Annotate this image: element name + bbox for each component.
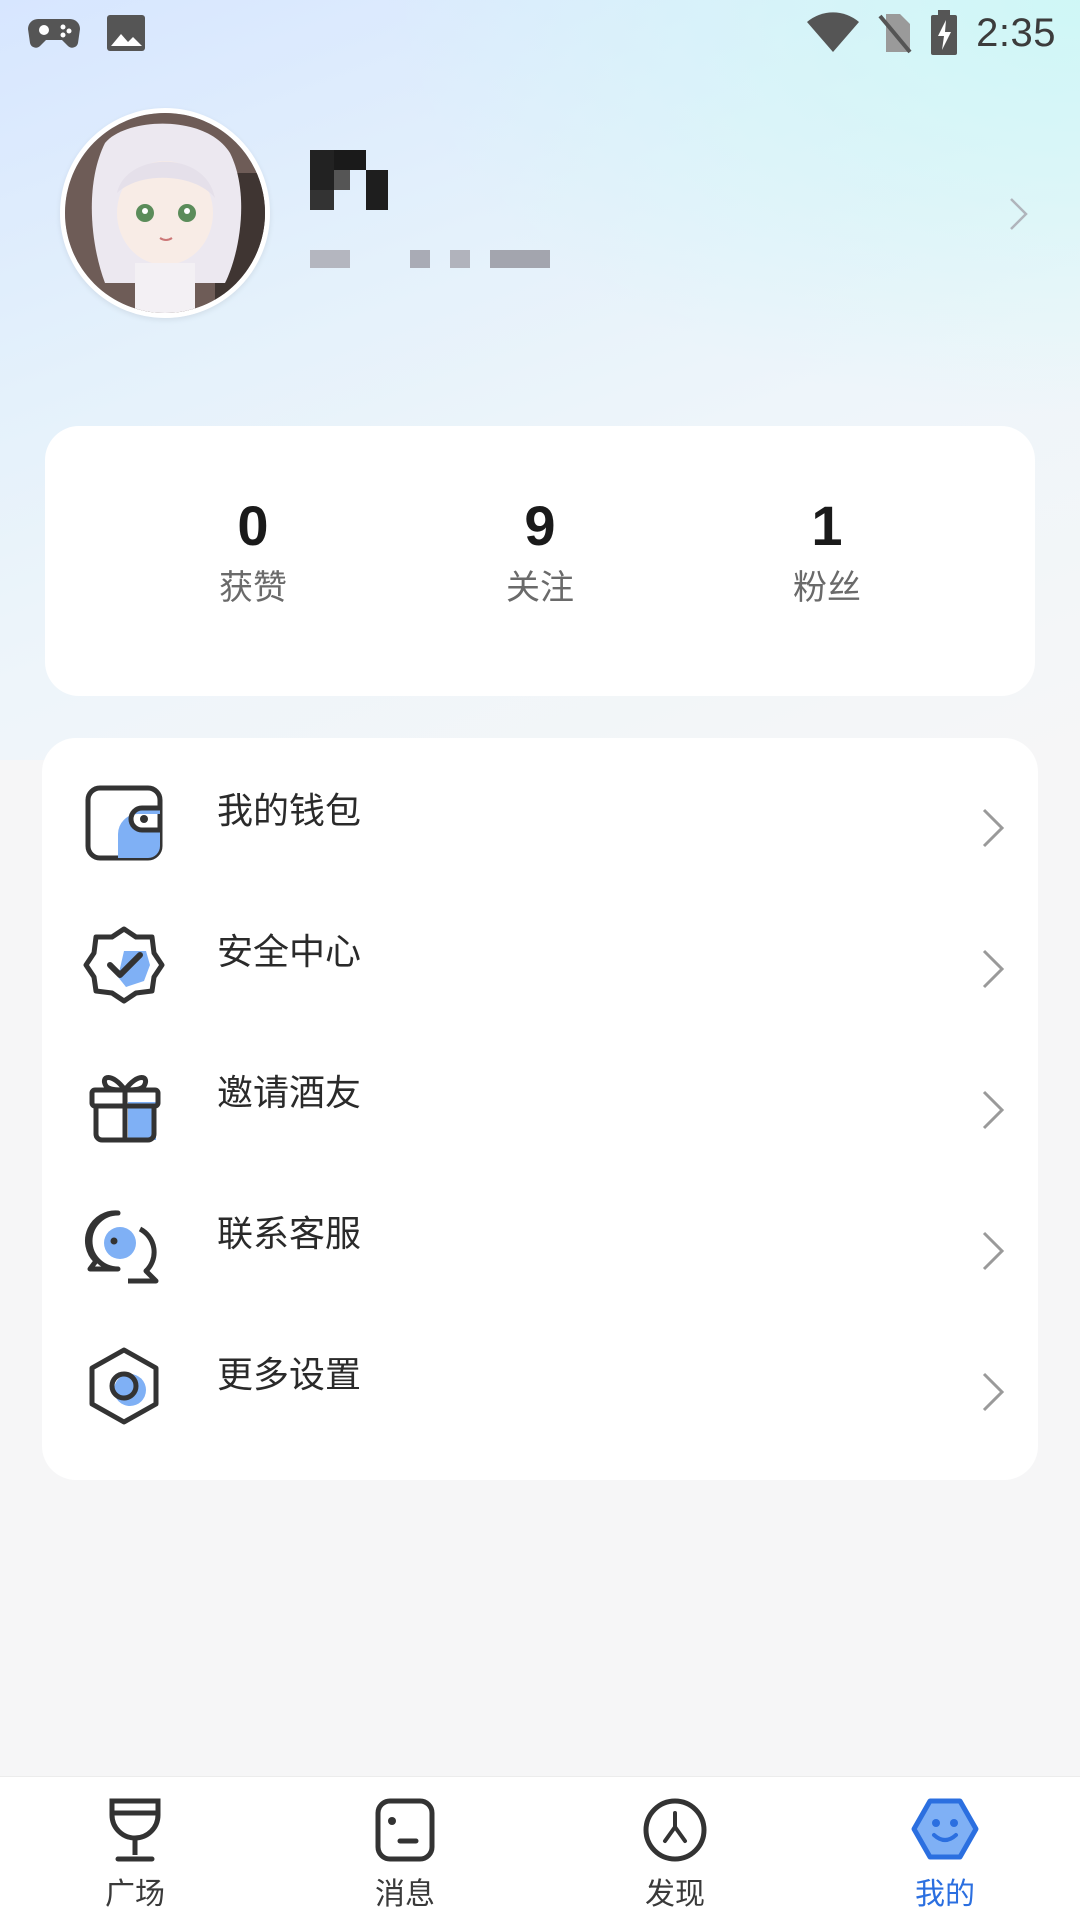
nav-label: 我的	[915, 1877, 975, 1912]
chevron-right-icon	[982, 1372, 1005, 1412]
profile-id-redacted	[310, 250, 550, 268]
image-icon	[107, 15, 145, 51]
nav-label: 广场	[105, 1877, 165, 1912]
chevron-right-icon	[982, 949, 1005, 989]
menu-label: 联系客服	[217, 1214, 362, 1255]
stat-followers[interactable]: 1 粉丝	[727, 494, 927, 609]
stat-value: 0	[237, 494, 269, 557]
menu-label: 邀请酒友	[217, 1073, 362, 1114]
stats-card: 0 获赞 9 关注 1 粉丝	[45, 426, 1035, 696]
nav-tab-discover[interactable]: 发现	[605, 1795, 745, 1915]
chevron-right-icon	[982, 1231, 1005, 1271]
avatar[interactable]	[60, 108, 270, 318]
chat-bubbles-icon	[84, 1210, 159, 1284]
stat-label: 粉丝	[793, 568, 861, 608]
gift-icon	[89, 1075, 161, 1143]
security-badge-icon	[83, 926, 165, 1004]
message-icon	[375, 1798, 435, 1862]
stat-value: 1	[811, 494, 843, 557]
wifi-icon	[807, 12, 860, 53]
battery-charging-icon	[931, 10, 958, 55]
menu-label: 更多设置	[217, 1355, 362, 1396]
no-sim-icon	[878, 14, 912, 54]
wallet-icon	[85, 785, 163, 861]
profile-chevron-icon[interactable]	[1008, 196, 1030, 232]
smiley-hexagon-icon	[911, 1798, 979, 1860]
menu-label: 我的钱包	[217, 791, 362, 832]
menu-item-wallet[interactable]: 我的钱包	[42, 738, 1038, 879]
menu-item-settings[interactable]: 更多设置	[42, 1302, 1038, 1443]
menu-label: 安全中心	[217, 932, 362, 973]
nav-tab-square[interactable]: 广场	[65, 1795, 205, 1915]
stat-value: 9	[524, 494, 556, 557]
stat-label: 关注	[506, 568, 574, 608]
nav-label: 发现	[645, 1877, 705, 1912]
avatar-image	[65, 113, 265, 313]
chevron-right-icon	[982, 808, 1005, 848]
nav-tab-mine[interactable]: 我的	[875, 1795, 1015, 1915]
nav-label: 消息	[375, 1877, 435, 1912]
status-bar: 2:35	[0, 0, 1080, 74]
compass-icon	[643, 1798, 707, 1862]
bottom-nav: 广场 消息 发现 我的	[0, 1776, 1080, 1920]
settings-hexagon-icon	[89, 1347, 159, 1425]
menu-item-customer-service[interactable]: 联系客服	[42, 1161, 1038, 1302]
stat-label: 获赞	[219, 568, 287, 608]
profile-name-redacted	[310, 150, 388, 210]
nav-tab-messages[interactable]: 消息	[335, 1795, 475, 1915]
menu-item-security[interactable]: 安全中心	[42, 879, 1038, 1020]
menu-item-invite[interactable]: 邀请酒友	[42, 1020, 1038, 1161]
chevron-right-icon	[982, 1090, 1005, 1130]
stat-following[interactable]: 9 关注	[440, 494, 640, 609]
stat-likes[interactable]: 0 获赞	[153, 494, 353, 609]
gamepad-icon	[28, 19, 80, 48]
menu-card: 我的钱包 安全中心 邀请酒友 联系客服 更多设置	[42, 738, 1038, 1480]
status-time: 2:35	[976, 10, 1056, 55]
wine-glass-icon	[109, 1798, 161, 1862]
